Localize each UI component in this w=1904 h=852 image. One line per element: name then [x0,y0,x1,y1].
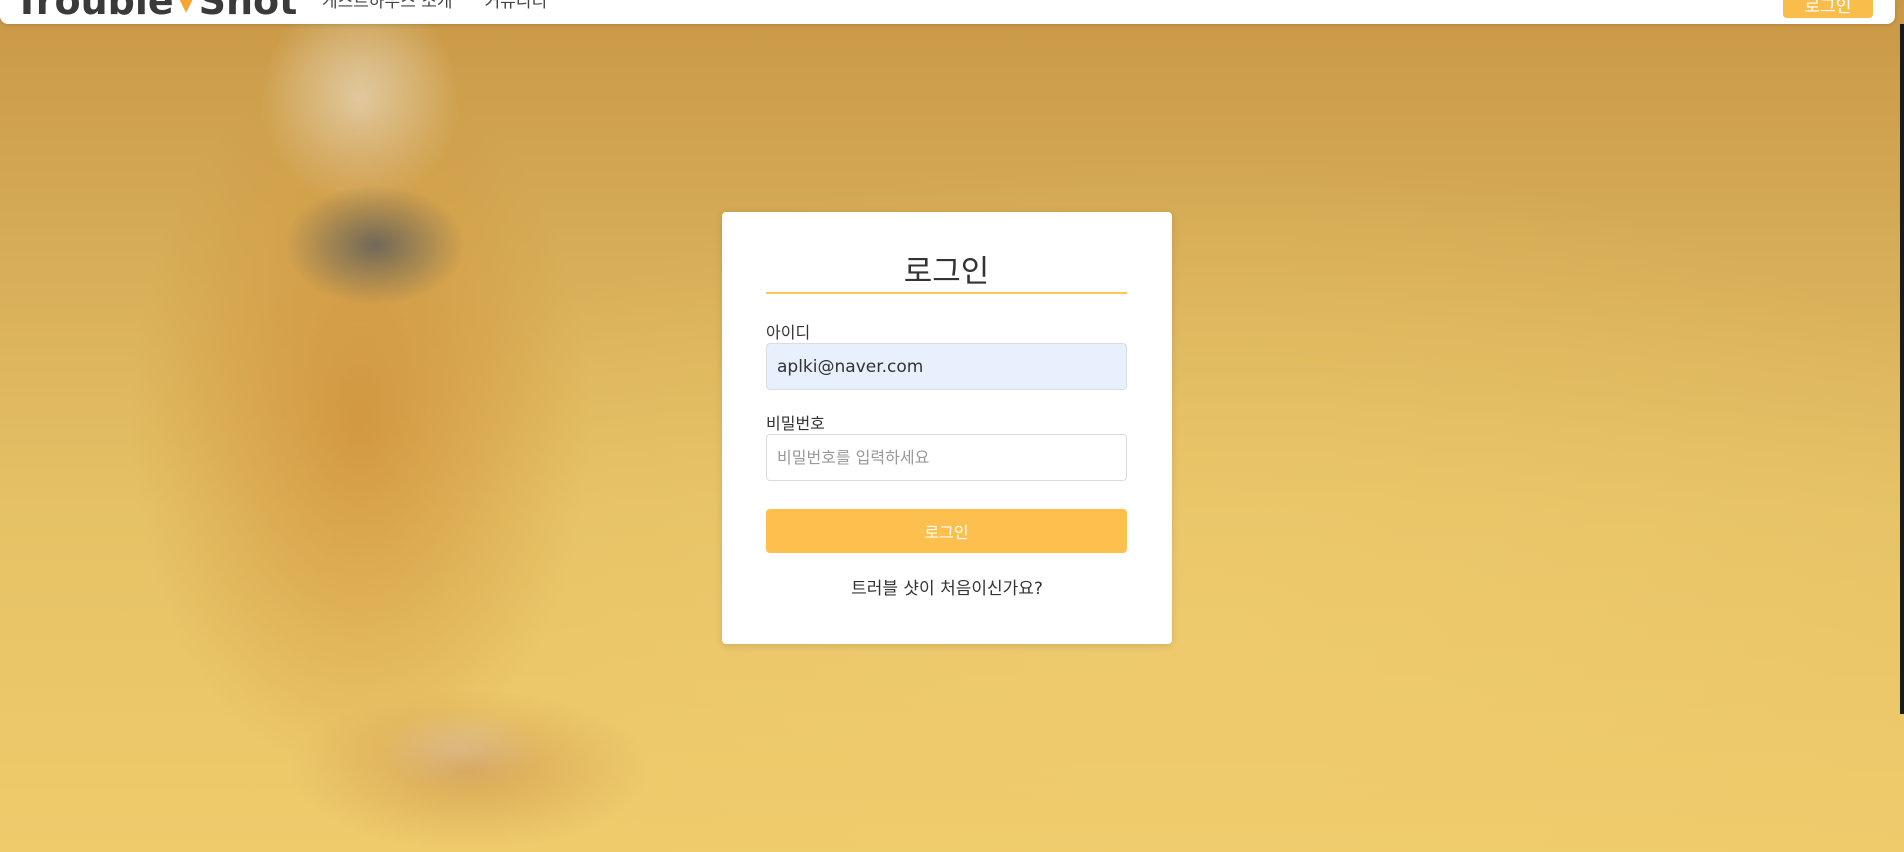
password-label: 비밀번호 [766,414,825,433]
password-input[interactable] [766,434,1127,481]
nav-link-community[interactable]: 커뮤니티 [485,0,548,11]
top-navbar: Trouble ▼ Shot 게스트하우스 소개 커뮤니티 로그인 [0,0,1895,24]
rocket-flame-icon: ▼ [177,0,195,16]
logo-text-1: Trouble [14,0,174,23]
nav-link-guesthouse[interactable]: 게스트하우스 소개 [322,0,453,11]
login-title: 로그인 [766,254,1127,294]
id-label: 아이디 [766,323,811,342]
logo-text-2: Shot [198,0,298,23]
login-card: 로그인 아이디 비밀번호 로그인 트러블 샷이 처음이신가요? [722,212,1172,644]
login-submit-button[interactable]: 로그인 [766,509,1127,553]
scrollbar[interactable] [1900,24,1904,714]
nav-links: 게스트하우스 소개 커뮤니티 [322,0,547,11]
logo[interactable]: Trouble ▼ Shot [14,0,297,20]
id-input[interactable] [766,343,1127,390]
header-login-button[interactable]: 로그인 [1783,0,1873,18]
signup-link[interactable]: 트러블 샷이 처음이신가요? [722,574,1172,599]
